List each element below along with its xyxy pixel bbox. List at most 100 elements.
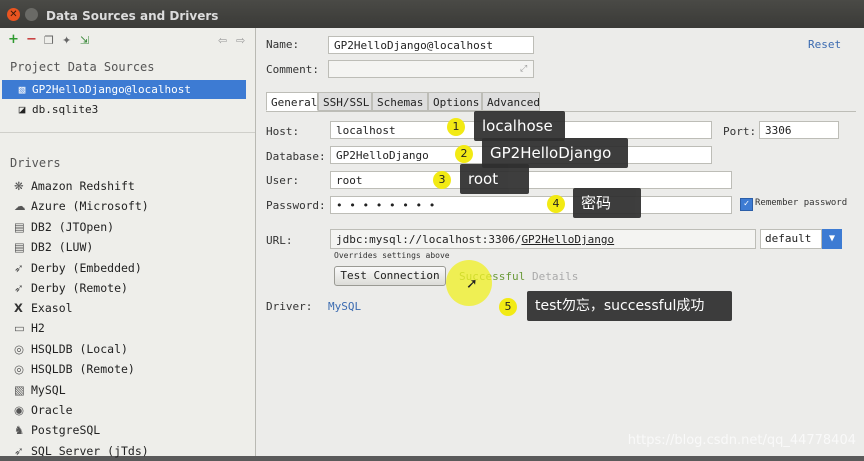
chevron-down-icon[interactable]: ▼	[822, 229, 842, 249]
driver-link[interactable]: MySQL	[328, 300, 361, 313]
driver-label: Exasol	[31, 301, 73, 315]
sqlite-source-icon: ◪	[18, 103, 26, 116]
db2-icon: ▤	[14, 220, 25, 234]
driver-item[interactable]: ➶ SQL Server (jTds)	[14, 441, 149, 461]
annotation-badge: 1	[447, 118, 465, 136]
driver-label: Derby (Embedded)	[31, 261, 142, 275]
annotation-badge: 2	[455, 145, 473, 163]
tab-options[interactable]: Options	[428, 92, 482, 111]
project-data-sources-header: Project Data Sources	[10, 60, 155, 74]
data-source-item[interactable]: ◪ db.sqlite3	[2, 100, 246, 119]
driver-item[interactable]: ◎ HSQLDB (Remote)	[14, 359, 135, 379]
driver-label: H2	[31, 321, 45, 335]
window-menu-button[interactable]	[25, 8, 38, 21]
url-note: Overrides settings above	[334, 251, 450, 260]
driver-item[interactable]: ➶ Derby (Embedded)	[14, 258, 142, 278]
driver-item[interactable]: ♞ PostgreSQL	[14, 420, 100, 440]
driver-label: Derby (Remote)	[31, 281, 128, 295]
redshift-icon: ❋	[14, 179, 24, 193]
driver-item[interactable]: ◉ Oracle	[14, 400, 73, 420]
derby-icon: ➶	[14, 261, 24, 275]
drivers-header: Drivers	[10, 156, 61, 170]
driver-item[interactable]: ◎ HSQLDB (Local)	[14, 339, 128, 359]
url-mode-select[interactable]: default ▼	[760, 229, 842, 249]
sqlserver-icon: ➶	[14, 444, 24, 458]
remember-password-label: Remember password	[755, 198, 848, 208]
driver-label: Driver:	[266, 300, 313, 313]
window-title: Data Sources and Drivers	[46, 9, 219, 23]
h2-icon: ▭	[14, 321, 25, 335]
url-mode-value: default	[760, 229, 822, 249]
add-icon[interactable]: +	[8, 32, 19, 47]
import-icon[interactable]: ⇲	[80, 34, 89, 47]
driver-label: MySQL	[31, 383, 66, 397]
driver-label: Azure (Microsoft)	[31, 199, 149, 213]
port-label: Port:	[723, 125, 757, 138]
driver-label: Oracle	[31, 403, 73, 417]
driver-item[interactable]: ☁ Azure (Microsoft)	[14, 196, 149, 216]
driver-label: HSQLDB (Remote)	[31, 362, 135, 376]
remember-password-checkbox[interactable]: ✓	[740, 198, 753, 211]
tab-schemas[interactable]: Schemas	[372, 92, 428, 111]
driver-label: DB2 (JTOpen)	[31, 220, 115, 234]
driver-item[interactable]: ▤ DB2 (LUW)	[14, 237, 93, 257]
oracle-icon: ◉	[14, 403, 25, 417]
tab-general[interactable]: General	[266, 92, 318, 111]
hsqldb-icon: ◎	[14, 362, 25, 376]
details-link[interactable]: Details	[532, 270, 578, 283]
url-prefix: jdbc:mysql://localhost:3306/	[336, 233, 522, 246]
annotation-badge: 3	[433, 171, 451, 189]
port-input[interactable]: 3306	[759, 121, 839, 139]
reset-link[interactable]: Reset	[808, 38, 841, 51]
annotation-callout: root	[460, 164, 529, 194]
hsqldb-icon: ◎	[14, 342, 25, 356]
test-connection-button[interactable]: Test Connection	[334, 266, 446, 286]
tab-advanced[interactable]: Advanced	[482, 92, 540, 111]
driver-item[interactable]: ❋ Amazon Redshift	[14, 176, 135, 196]
properties-icon[interactable]: ✦	[62, 34, 71, 47]
mysql-source-icon: ▧	[18, 83, 26, 96]
data-source-item[interactable]: ▧ GP2HelloDjango@localhost	[2, 80, 246, 99]
driver-item[interactable]: X Exasol	[14, 298, 73, 318]
derby-icon: ➶	[14, 281, 24, 295]
password-input[interactable]: • • • • • • • •	[330, 196, 732, 214]
password-label: Password:	[266, 199, 326, 212]
comment-input[interactable]	[328, 60, 534, 78]
remove-icon[interactable]: −	[26, 32, 37, 47]
driver-label: PostgreSQL	[31, 423, 101, 437]
driver-item[interactable]: ➶ Derby (Remote)	[14, 278, 128, 298]
host-label: Host:	[266, 125, 300, 138]
title-bar: ✕ Data Sources and Drivers	[0, 0, 864, 28]
driver-item[interactable]: ▤ DB2 (JTOpen)	[14, 217, 114, 237]
tab-ssh-ssl[interactable]: SSH/SSL	[318, 92, 372, 111]
user-input[interactable]: root	[330, 171, 732, 189]
expand-icon[interactable]: ⤢	[520, 64, 527, 74]
exasol-icon: X	[14, 301, 23, 315]
driver-item[interactable]: ▭ H2	[14, 318, 45, 338]
close-window-button[interactable]: ✕	[7, 8, 20, 21]
annotation-badge: 5	[499, 298, 517, 316]
mysql-icon: ▧	[14, 383, 25, 397]
driver-label: HSQLDB (Local)	[31, 342, 128, 356]
comment-label: Comment:	[266, 63, 319, 76]
mouse-pointer-icon: ➚	[466, 276, 478, 292]
back-icon[interactable]: ⇦	[218, 34, 227, 47]
left-toolbar: + − ❐ ✦ ⇲ ⇦ ⇨	[4, 32, 249, 50]
annotation-callout: 密码	[573, 188, 641, 218]
left-panel: + − ❐ ✦ ⇲ ⇦ ⇨ Project Data Sources ▧ GP2H…	[0, 28, 256, 458]
annotation-callout: localhose	[474, 111, 565, 141]
data-source-label: GP2HelloDjango@localhost	[32, 83, 191, 96]
forward-icon[interactable]: ⇨	[236, 34, 245, 47]
annotation-callout: test勿忘，successful成功	[527, 291, 732, 321]
driver-label: Amazon Redshift	[31, 179, 135, 193]
name-input[interactable]: GP2HelloDjango@localhost	[328, 36, 534, 54]
url-database: GP2HelloDjango	[521, 233, 615, 246]
driver-item[interactable]: ▧ MySQL	[14, 380, 66, 400]
user-label: User:	[266, 174, 300, 187]
driver-label: DB2 (LUW)	[31, 240, 94, 254]
name-label: Name:	[266, 38, 300, 51]
duplicate-icon[interactable]: ❐	[44, 34, 54, 47]
annotation-badge: 4	[547, 195, 565, 213]
url-input[interactable]: jdbc:mysql://localhost:3306/GP2HelloDjan…	[330, 229, 756, 249]
database-label: Database:	[266, 150, 326, 163]
